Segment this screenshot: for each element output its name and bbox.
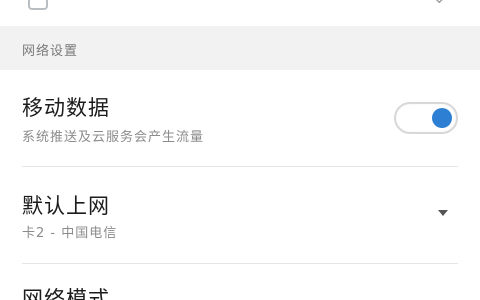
chevron-icon: ⌄: [433, 0, 446, 7]
default-internet-title: 默认上网: [22, 194, 110, 218]
mobile-data-subtitle: 系统推送及云服务会产生流量: [22, 130, 205, 145]
network-mode-row[interactable]: 网络模式: [0, 265, 480, 300]
mobile-data-row[interactable]: 移动数据 系统推送及云服务会产生流量: [0, 70, 480, 167]
top-partial-row[interactable]: ⌄: [0, 0, 480, 20]
default-internet-row[interactable]: 默认上网 卡2 - 中国电信: [0, 168, 480, 264]
mobile-data-title: 移动数据: [22, 96, 110, 120]
divider: [22, 166, 458, 167]
dropdown-arrow-icon[interactable]: [438, 210, 448, 216]
toggle-knob: [432, 108, 452, 128]
network-mode-title: 网络模式: [22, 287, 110, 300]
default-internet-subtitle: 卡2 - 中国电信: [22, 226, 118, 241]
section-header: 网络设置: [0, 26, 480, 70]
settings-screen: ⌄ 网络设置 移动数据 系统推送及云服务会产生流量 默认上网 卡2 - 中国电信…: [0, 0, 480, 300]
sim-icon: [28, 0, 48, 10]
mobile-data-toggle[interactable]: [394, 102, 458, 134]
divider: [22, 263, 458, 264]
section-title: 网络设置: [22, 44, 79, 59]
